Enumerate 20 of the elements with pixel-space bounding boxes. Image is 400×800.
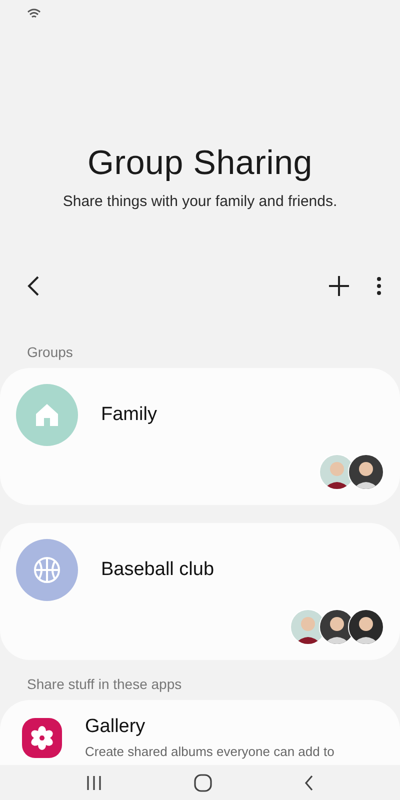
more-icon[interactable]: [376, 276, 382, 296]
house-icon: [34, 402, 60, 428]
recent-apps-icon[interactable]: [86, 774, 102, 790]
app-description: Create shared albums everyone can add to: [85, 744, 334, 759]
home-icon[interactable]: [194, 774, 212, 792]
ball-icon: [32, 555, 62, 585]
group-name: Baseball club: [101, 559, 214, 581]
section-label: Share stuff in these apps: [26, 676, 183, 692]
back-icon[interactable]: [304, 774, 314, 790]
group-card[interactable]: Baseball club: [0, 523, 400, 660]
app-name: Gallery: [85, 716, 146, 738]
app-card[interactable]: Gallery Create shared albums everyone can add to: [0, 700, 400, 765]
group-card[interactable]: Family: [0, 368, 400, 505]
section-label: Groups: [26, 344, 74, 360]
flower-icon: [29, 725, 55, 751]
wifi-icon: [27, 8, 41, 18]
back-icon[interactable]: [26, 275, 40, 297]
page-subtitle: Share things with your family and friends.: [62, 193, 338, 210]
group-name: Family: [101, 404, 157, 426]
page-title: Group Sharing: [87, 144, 313, 183]
